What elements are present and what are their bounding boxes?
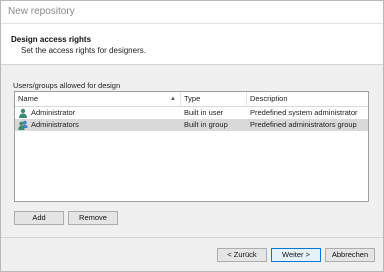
- dialog-window: New repository Design access rights Set …: [0, 0, 384, 272]
- row-type: Built in group: [184, 120, 228, 129]
- next-button[interactable]: Weiter >: [271, 248, 321, 262]
- list-header: Name ▲ Type Description: [15, 92, 368, 107]
- page-title: Design access rights: [11, 35, 92, 44]
- user-icon: [18, 108, 28, 118]
- table-row[interactable]: Administrators Built in group Predefined…: [15, 119, 368, 131]
- cancel-button[interactable]: Abbrechen: [325, 248, 375, 262]
- users-groups-list[interactable]: Name ▲ Type Description Administrator Bu…: [14, 91, 369, 202]
- group-icon: [18, 120, 28, 130]
- back-button[interactable]: < Zurück: [217, 248, 267, 262]
- column-header-description[interactable]: Description: [247, 92, 368, 106]
- row-type: Built in user: [184, 108, 224, 117]
- column-header-type[interactable]: Type: [181, 92, 247, 106]
- row-name: Administrators: [31, 120, 79, 129]
- sort-ascending-icon: ▲: [170, 96, 176, 102]
- row-name: Administrator: [31, 108, 76, 117]
- row-description: Predefined system administrator: [250, 108, 358, 117]
- add-button[interactable]: Add: [14, 211, 64, 225]
- wizard-header: Design access rights Set the access righ…: [1, 24, 383, 65]
- page-subtitle: Set the access rights for designers.: [21, 46, 146, 55]
- row-description: Predefined administrators group: [250, 120, 357, 129]
- window-title: New repository: [1, 1, 383, 24]
- users-groups-label: Users/groups allowed for design: [13, 81, 121, 90]
- column-header-name[interactable]: Name ▲: [15, 92, 181, 106]
- table-row[interactable]: Administrator Built in user Predefined s…: [15, 107, 368, 119]
- footer-divider: [1, 237, 383, 238]
- remove-button[interactable]: Remove: [68, 211, 118, 225]
